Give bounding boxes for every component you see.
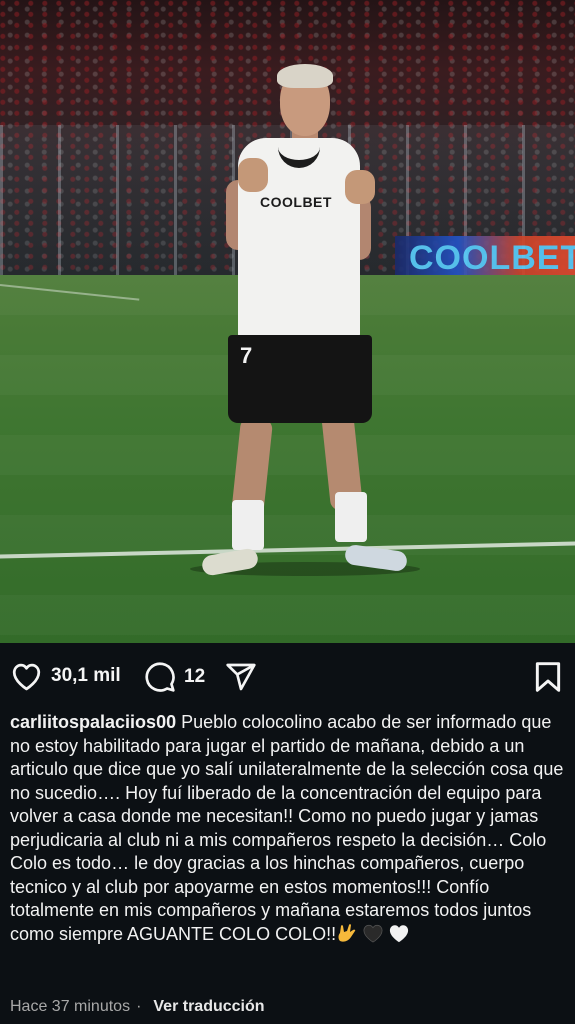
player-right-sock (335, 492, 367, 542)
heart-outline-icon (10, 661, 43, 691)
player-hair (277, 64, 333, 88)
caption-text: Pueblo colocolino acabo de ser informado… (10, 712, 564, 944)
see-translation-link[interactable]: Ver traducción (153, 998, 264, 1015)
white-heart-emoji-icon (388, 923, 410, 950)
comment-button[interactable]: 12 (144, 661, 205, 693)
shirt-collar (278, 138, 320, 168)
shirt-sponsor: COOLBET (260, 194, 332, 210)
bookmark-icon (534, 661, 562, 693)
like-count[interactable]: 30,1 mil (51, 665, 121, 687)
caption-username[interactable]: carliitospalaciios00 (10, 712, 176, 732)
share-button[interactable] (225, 661, 257, 693)
comment-bubble-icon (144, 661, 176, 693)
meta-separator: · (136, 998, 142, 1015)
player-left-sock (232, 500, 264, 550)
player-right-hand (345, 170, 375, 204)
shorts-number: 7 (240, 343, 253, 368)
rock-hand-emoji-icon (336, 923, 358, 943)
football-player: COOLBET 7 (0, 0, 575, 643)
paper-plane-icon (225, 661, 257, 693)
post-photo[interactable]: COOLBET COOLBET 7 (0, 0, 575, 643)
player-shorts: 7 (228, 335, 372, 423)
comment-count[interactable]: 12 (184, 666, 205, 688)
post-action-bar: 30,1 mil 12 (0, 643, 575, 713)
post-caption: carliitospalaciios00 Pueblo colocolino a… (10, 711, 566, 949)
save-button[interactable] (534, 661, 562, 693)
player-left-hand (238, 158, 268, 192)
like-button[interactable]: 30,1 mil (10, 661, 121, 691)
black-heart-emoji-icon (362, 923, 384, 950)
post-timestamp: Hace 37 minutos (10, 998, 131, 1015)
post-meta: Hace 37 minutos · Ver traducción (10, 998, 265, 1016)
